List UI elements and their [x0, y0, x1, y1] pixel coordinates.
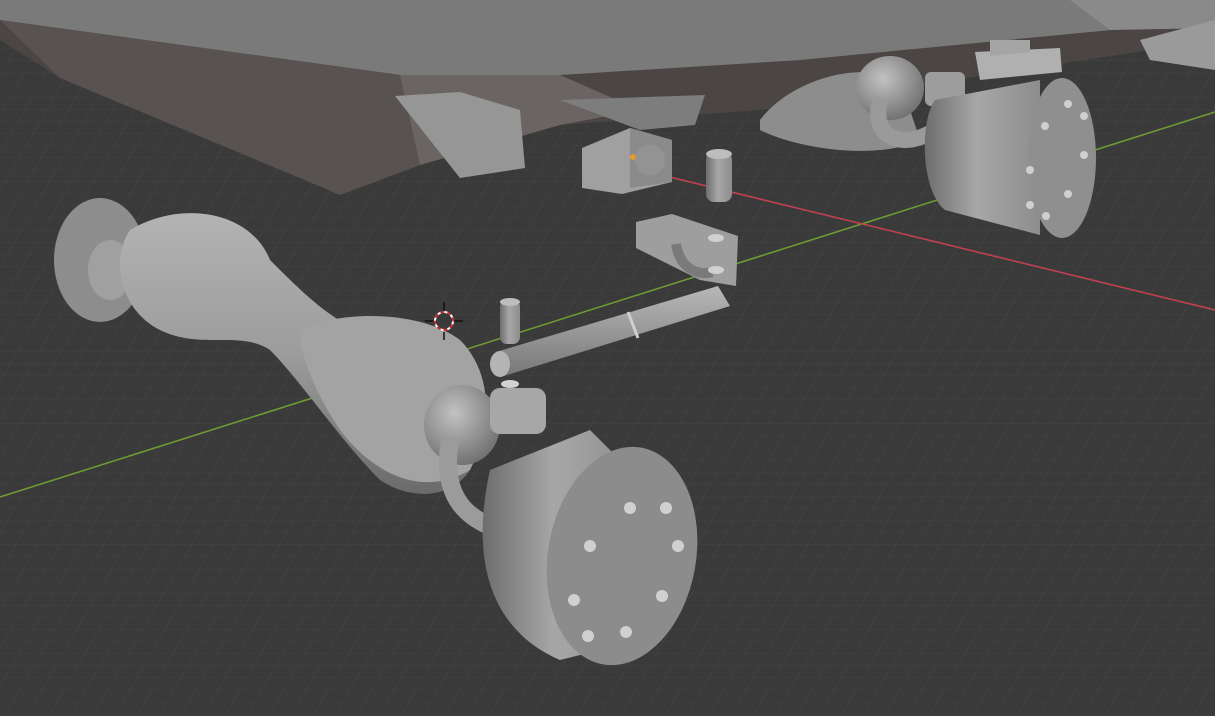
object-origin-dot — [630, 154, 636, 160]
pin-small-1[interactable] — [706, 149, 732, 202]
pin-small-2[interactable] — [500, 298, 520, 344]
3d-viewport[interactable] — [0, 0, 1215, 716]
viewport-canvas[interactable] — [0, 0, 1215, 716]
